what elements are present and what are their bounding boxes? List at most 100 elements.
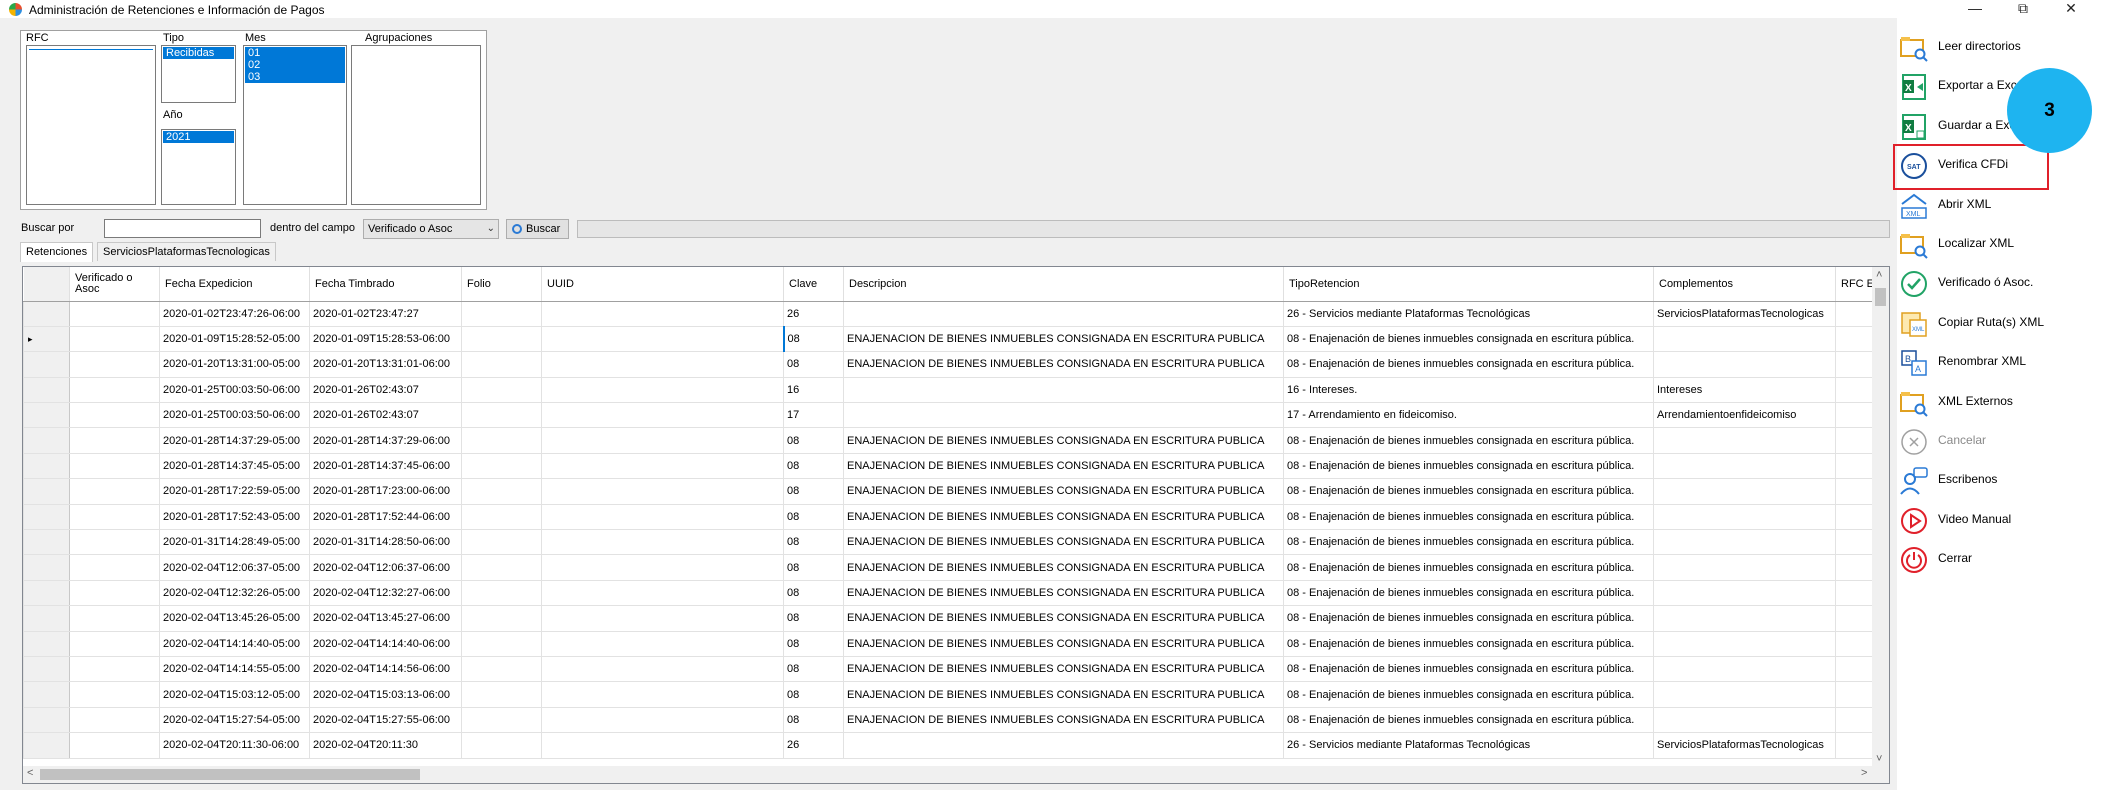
table-cell[interactable]: ENAJENACION DE BIENES INMUEBLES CONSIGNA… [843,681,1284,708]
table-cell[interactable]: 2020-01-26T02:43:07 [309,376,462,404]
table-cell[interactable]: 08 [783,452,844,480]
table-row[interactable]: 2020-01-25T00:03:50-06:00 2020-01-26T02:4… [23,402,1874,429]
table-cell[interactable]: 08 [782,325,844,353]
table-cell[interactable] [843,732,1284,759]
table-cell[interactable]: ENAJENACION DE BIENES INMUEBLES CONSIGNA… [843,554,1284,581]
table-cell[interactable] [1653,579,1836,607]
table-cell[interactable]: 2020-02-04T20:11:30-06:00 [159,732,310,759]
table-cell[interactable]: 08 - Enajenación de bienes inmuebles con… [1283,554,1654,581]
table-row[interactable]: 2020-02-04T12:32:26-05:00 2020-02-04T12:3… [23,579,1874,607]
table-cell[interactable]: 16 - Intereses. [1283,376,1654,404]
field-select[interactable]: Verificado o Asoc ⌄ [363,219,499,239]
table-cell[interactable] [69,351,160,378]
search-input[interactable] [104,219,261,238]
table-cell[interactable] [69,478,160,505]
table-cell[interactable]: ENAJENACION DE BIENES INMUEBLES CONSIGNA… [843,503,1284,531]
table-row[interactable]: 2020-02-04T14:14:55-05:00 2020-02-04T14:1… [23,655,1874,683]
table-cell[interactable]: 2020-01-28T17:23:00-06:00 [309,478,462,505]
table-cell[interactable]: 2020-02-04T15:03:13-06:00 [309,681,462,708]
column-header[interactable]: Descripcion [843,267,1284,302]
table-cell[interactable] [541,452,784,480]
scroll-down-icon[interactable]: ˅ [1876,753,1882,765]
table-cell[interactable]: ServiciosPlataformasTecnologicas [1653,300,1836,327]
rfc-listbox[interactable] [26,45,156,205]
table-cell[interactable] [541,706,784,734]
table-cell[interactable] [1653,605,1836,632]
table-cell[interactable] [541,655,784,683]
tab-servicios-plataformas[interactable]: ServiciosPlataformasTecnologicas [97,242,276,261]
row-header[interactable]: ▸ [23,325,70,353]
table-cell[interactable]: 08 - Enajenación de bienes inmuebles con… [1283,706,1654,734]
table-cell[interactable] [1653,655,1836,683]
table-cell[interactable]: 08 - Enajenación de bienes inmuebles con… [1283,427,1654,454]
table-cell[interactable] [1653,427,1836,454]
renombrar-xml-button[interactable]: B A Renombrar XML [1900,345,2080,382]
table-cell[interactable] [69,452,160,480]
table-row[interactable]: 2020-01-28T17:22:59-05:00 2020-01-28T17:2… [23,478,1874,505]
table-cell[interactable] [461,655,542,683]
horizontal-scrollbar[interactable]: < > [23,766,1889,783]
table-cell[interactable]: 2020-01-20T13:31:01-06:00 [309,351,462,378]
row-header[interactable] [23,351,70,378]
table-cell[interactable] [1835,300,1874,327]
anio-option[interactable]: 2021 [163,131,234,143]
table-cell[interactable]: 26 [783,300,844,327]
table-cell[interactable] [461,579,542,607]
table-cell[interactable]: 2020-01-28T17:52:44-06:00 [309,503,462,531]
table-cell[interactable]: 2020-01-31T14:28:50-06:00 [309,529,462,556]
table-cell[interactable]: ENAJENACION DE BIENES INMUEBLES CONSIGNA… [843,630,1284,657]
table-cell[interactable] [541,630,784,657]
table-row[interactable]: 2020-01-31T14:28:49-05:00 2020-01-31T14:2… [23,529,1874,556]
mes-option[interactable]: 03 [245,71,345,83]
table-cell[interactable]: 26 [783,732,844,759]
table-cell[interactable]: 08 - Enajenación de bienes inmuebles con… [1283,655,1654,683]
table-cell[interactable] [541,503,784,531]
table-cell[interactable] [1835,452,1874,480]
table-cell[interactable] [461,351,542,378]
table-cell[interactable] [541,325,784,353]
row-header[interactable] [23,554,70,581]
table-cell[interactable] [69,681,160,708]
table-cell[interactable]: 2020-02-04T20:11:30 [309,732,462,759]
table-cell[interactable] [69,605,160,632]
table-cell[interactable] [461,732,542,759]
table-cell[interactable] [541,402,784,429]
table-cell[interactable] [843,300,1284,327]
table-cell[interactable]: 08 [783,681,844,708]
column-header[interactable]: Fecha Timbrado [309,267,462,302]
table-cell[interactable]: 2020-01-31T14:28:49-05:00 [159,529,310,556]
table-cell[interactable]: 2020-02-04T12:06:37-05:00 [159,554,310,581]
table-cell[interactable]: 2020-02-04T13:45:27-06:00 [309,605,462,632]
restore-button[interactable]: ⧉ [2006,0,2040,18]
table-cell[interactable] [541,376,784,404]
table-cell[interactable]: 2020-01-28T14:37:29-05:00 [159,427,310,454]
table-cell[interactable]: 2020-02-04T14:14:40-06:00 [309,630,462,657]
table-cell[interactable] [461,376,542,404]
column-header[interactable]: UUID [541,267,784,302]
table-cell[interactable] [461,452,542,480]
table-cell[interactable]: 08 - Enajenación de bienes inmuebles con… [1283,325,1654,353]
table-cell[interactable]: 2020-02-04T12:32:26-05:00 [159,579,310,607]
close-button[interactable]: ✕ [2054,0,2088,18]
table-cell[interactable]: ENAJENACION DE BIENES INMUEBLES CONSIGNA… [843,706,1284,734]
table-cell[interactable] [1653,452,1836,480]
table-cell[interactable]: 08 - Enajenación de bienes inmuebles con… [1283,478,1654,505]
mes-option[interactable]: 01 [245,47,345,59]
table-cell[interactable]: 2020-02-04T14:14:40-05:00 [159,630,310,657]
table-cell[interactable]: 2020-02-04T12:32:27-06:00 [309,579,462,607]
table-cell[interactable] [461,300,542,327]
tipo-listbox[interactable]: Recibidas [161,45,236,103]
column-header[interactable]: Verificado o Asoc [69,267,160,302]
table-cell[interactable]: 2020-02-04T14:14:55-05:00 [159,655,310,683]
table-cell[interactable] [1835,630,1874,657]
table-cell[interactable]: 2020-01-09T15:28:53-06:00 [309,325,462,353]
table-cell[interactable]: Intereses [1653,376,1836,404]
table-cell[interactable]: 26 - Servicios mediante Plataformas Tecn… [1283,300,1654,327]
table-cell[interactable]: 2020-02-04T15:03:12-05:00 [159,681,310,708]
table-cell[interactable]: ENAJENACION DE BIENES INMUEBLES CONSIGNA… [843,427,1284,454]
table-cell[interactable] [69,655,160,683]
table-row[interactable]: ▸ 2020-01-09T15:28:52-05:00 2020-01-09T15:… [23,325,1874,353]
row-header[interactable] [23,478,70,505]
row-header[interactable] [23,300,70,327]
row-header[interactable] [23,630,70,657]
